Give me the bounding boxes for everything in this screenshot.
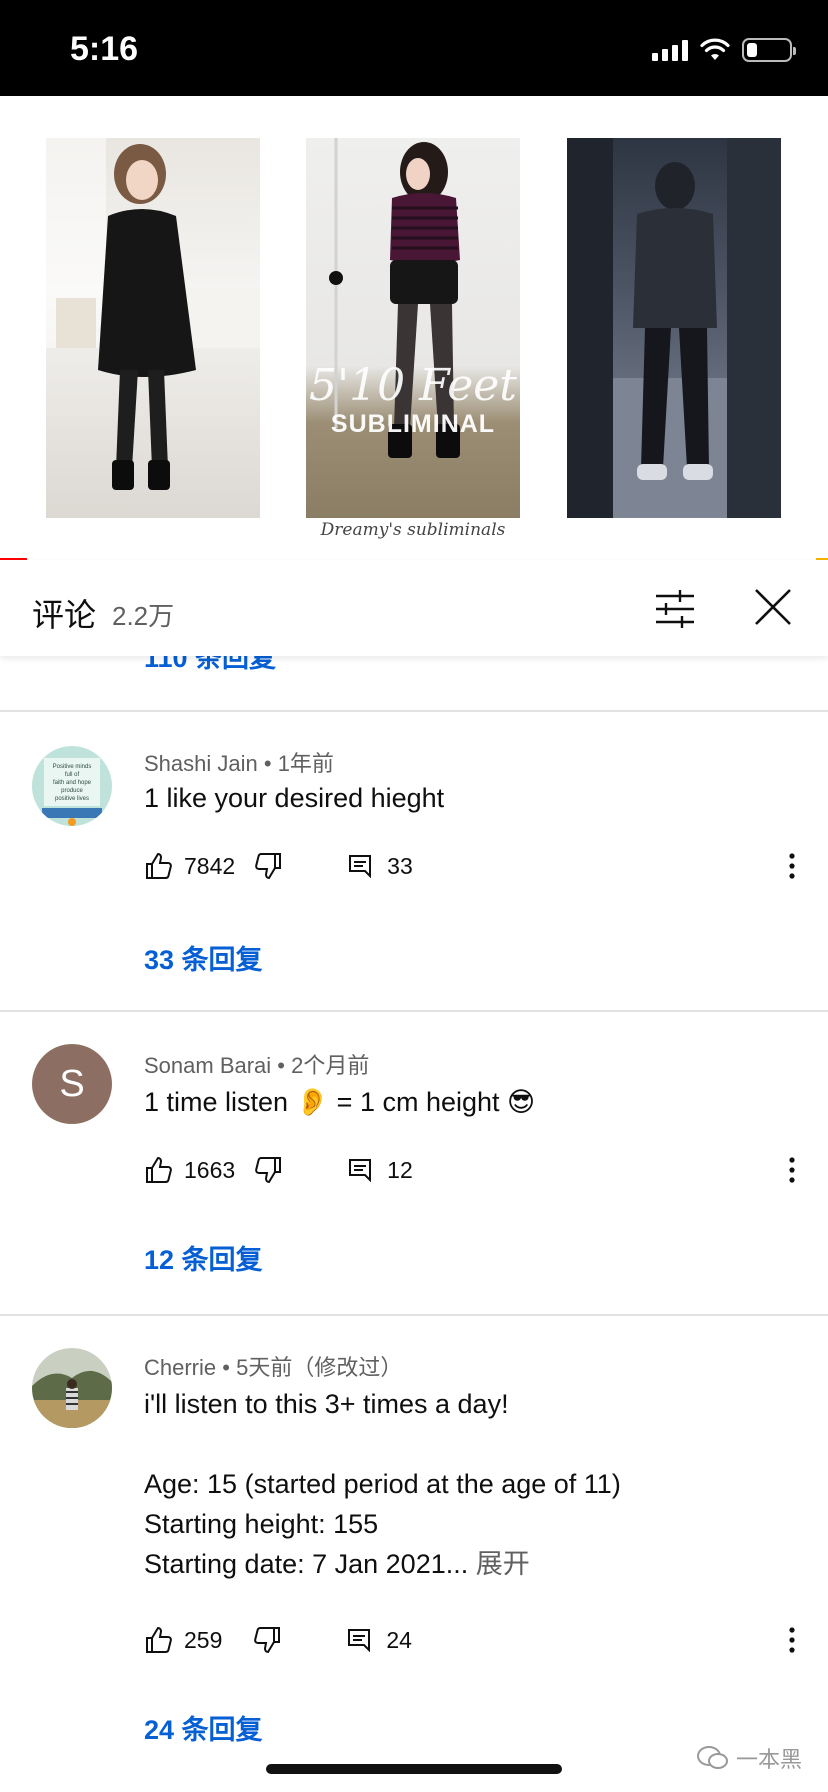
view-replies-link[interactable]: 24 条回复 [144,1708,263,1747]
svg-text:full of: full of [65,772,80,778]
more-options-icon[interactable] [776,846,808,886]
reply-count: 12 [387,1156,413,1183]
comment-author[interactable]: Shashi Jain [144,751,258,776]
svg-text:Positive minds: Positive minds [53,764,92,770]
thumbnail-subtitle-text: SUBLIMINAL [330,410,496,438]
cellular-signal-icon [652,39,688,61]
video-thumbnail-dress [46,138,260,518]
reply-icon[interactable] [347,1157,373,1183]
comment-time: 2个月前 [291,1053,370,1078]
comment-text: 1 time listen 👂 = 1 cm height 😎 [144,1087,536,1117]
more-options-icon[interactable] [776,1620,808,1660]
wechat-icon [696,1746,728,1769]
comment-item: Positive minds full of faith and hope produ… [0,712,828,1010]
comments-title: 评论 [32,597,97,633]
svg-text:positive lives: positive lives [55,796,89,802]
svg-text:produce: produce [61,788,83,794]
comments-count: 2.2万 [112,601,175,631]
watermark: 一本黑 [696,1742,802,1774]
comment-actions: 1663 12 [144,1150,413,1190]
avatar[interactable]: S [32,1044,112,1124]
reply-icon[interactable] [347,853,373,879]
thumbnail-title-text: 5'10 Feet [309,360,517,411]
comment-actions: 7842 33 [144,846,413,886]
filter-icon[interactable] [652,586,698,632]
comment-text: i'll listen to this 3+ times a day! Age:… [144,1384,794,1584]
video-thumbnail-hallway [567,138,781,518]
like-icon[interactable] [144,1625,174,1655]
close-icon[interactable] [750,584,796,630]
home-indicator[interactable] [266,1764,562,1774]
like-icon[interactable] [144,851,174,881]
comments-header: 评论 2.2万 [0,560,828,656]
like-count: 1663 [184,1156,236,1183]
comment-meta: Cherrie • 5天前（修改过） [144,1355,403,1380]
comment-time: 5天前（修改过） [236,1355,403,1380]
comment-item: Cherrie • 5天前（修改过） i'll listen to this 3… [0,1316,828,1786]
video-thumbnail-subliminal: 5'10 Feet SUBLIMINAL [306,138,520,518]
battery-icon [742,38,796,62]
comment-time: 1年前 [277,751,334,776]
more-options-icon[interactable] [776,1150,808,1190]
status-time: 5:16 [70,30,139,68]
comment-author[interactable]: Cherrie [144,1355,216,1380]
svg-text:faith and hope: faith and hope [53,780,92,786]
view-replies-link[interactable]: 12 条回复 [144,1238,263,1277]
reply-count: 24 [386,1626,412,1653]
comment-author[interactable]: Sonam Barai [144,1053,271,1078]
video-caption: Dreamy's subliminals [320,520,506,540]
comment-text: 1 like your desired hieght [144,783,445,813]
like-icon[interactable] [144,1155,174,1185]
comment-meta: Sonam Barai • 2个月前 [144,1053,370,1078]
dislike-icon[interactable] [252,1625,282,1655]
expand-link[interactable]: 展开 [468,1549,530,1579]
comment-item: S Sonam Barai • 2个月前 1 time listen 👂 = 1… [0,1012,828,1314]
dislike-icon[interactable] [253,851,283,881]
battery-level [747,43,757,57]
watermark-text: 一本黑 [735,1747,802,1772]
video-player[interactable]: 5'10 Feet SUBLIMINAL Dreamy's subliminal… [0,96,828,562]
like-count: 7842 [184,852,236,879]
view-replies-link[interactable]: 33 条回复 [144,938,263,977]
dislike-icon[interactable] [253,1155,283,1185]
like-count: 259 [184,1626,223,1653]
reply-count: 33 [387,852,413,879]
avatar[interactable] [32,1348,112,1428]
reply-icon[interactable] [346,1627,372,1653]
comment-text-content: i'll listen to this 3+ times a day! Age:… [144,1389,621,1579]
comment-actions: 259 24 [144,1620,412,1660]
status-icons [652,38,796,62]
comment-meta: Shashi Jain • 1年前 [144,751,334,776]
wifi-icon [700,38,730,60]
avatar[interactable]: Positive minds full of faith and hope produ… [32,746,112,826]
status-bar: 5:16 [0,0,828,96]
